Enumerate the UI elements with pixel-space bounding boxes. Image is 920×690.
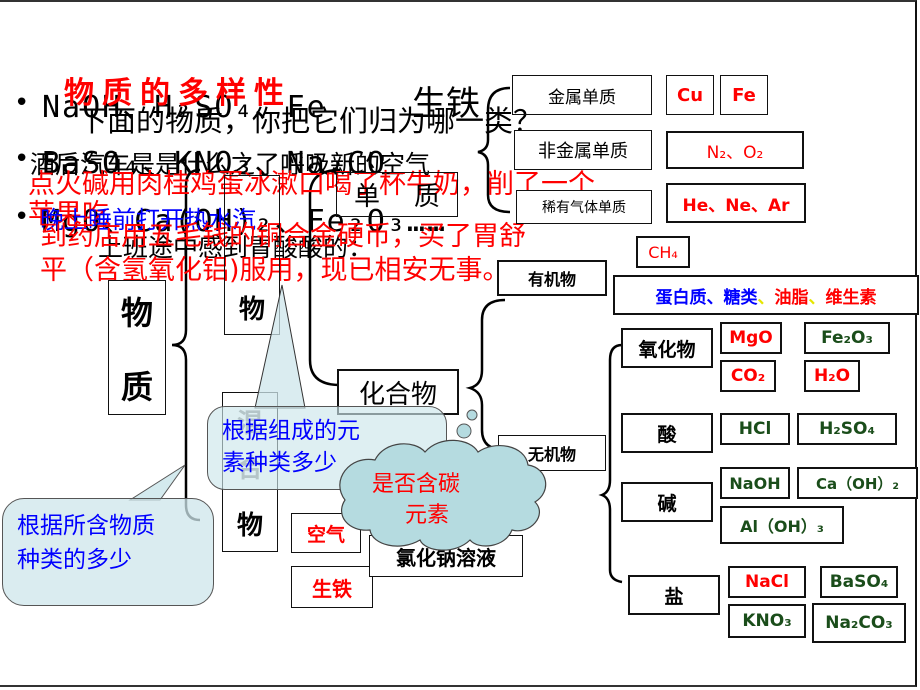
- example-air: 空气: [291, 513, 361, 553]
- callout-by-element-line1: 根据组成的元: [222, 418, 360, 444]
- example-salt-solution: 氯化钠溶液: [369, 535, 523, 577]
- base-box: 碱: [621, 482, 713, 522]
- organic-label: 有机物: [527, 270, 576, 289]
- metal-element-box: 金属单质: [512, 75, 652, 115]
- example-fe-text: Fe: [732, 84, 756, 106]
- element-char-2: 质: [414, 182, 441, 212]
- nutrient-fat: 油脂: [774, 287, 809, 308]
- example-nacl-text: NaCl: [744, 572, 789, 592]
- example-na2co3: Na₂CO₃: [812, 603, 906, 643]
- example-co2-text: CO₂: [730, 366, 766, 386]
- organic-box: 有机物: [497, 260, 607, 296]
- root-char-2: 质: [120, 367, 153, 406]
- example-h2so4: H₂SO₄: [797, 413, 897, 445]
- example-mgo-text: MgO: [729, 328, 773, 348]
- salt-box: 盐: [628, 575, 720, 615]
- example-aloh3: Al（OH）₃: [720, 506, 844, 544]
- example-mgo: MgO: [720, 322, 782, 354]
- example-salt-solution-text: 氯化钠溶液: [396, 545, 496, 570]
- bullet-dot: •: [14, 88, 30, 118]
- example-air-text: 空气: [306, 523, 345, 546]
- nonmetal-element-label: 非金属单质: [538, 141, 628, 162]
- example-caoh2: Ca（OH）₂: [797, 467, 918, 499]
- oxide-box: 氧化物: [621, 328, 713, 368]
- nutrient-protein: 蛋白质、: [655, 287, 724, 308]
- example-n2-o2-text: N₂、O₂: [706, 142, 764, 163]
- pure-substance-box: 物: [224, 175, 280, 335]
- acid-label: 酸: [657, 423, 677, 446]
- inorganic-box: 无机物: [498, 435, 606, 471]
- example-cu: Cu: [666, 75, 714, 115]
- example-fe: Fe: [720, 75, 768, 115]
- example-caoh2-text: Ca（OH）₂: [815, 474, 899, 493]
- oxide-label: 氧化物: [638, 338, 696, 361]
- example-co2: CO₂: [720, 360, 776, 392]
- cloud-text-line1: 是否含碳: [372, 472, 461, 497]
- example-h2o: H₂O: [804, 360, 860, 392]
- example-cu-text: Cu: [676, 84, 704, 106]
- example-ch4-text: CH₄: [648, 242, 678, 262]
- element-char-1: 单: [353, 182, 380, 212]
- thought-bubble: [456, 423, 472, 439]
- compound-label: 化合物: [358, 379, 437, 410]
- nutrient-sugar: 糖类: [723, 287, 758, 308]
- example-noble-gases-text: He、Ne、Ar: [682, 195, 790, 216]
- callout-by-substance-line2: 种类的多少: [17, 547, 132, 573]
- salt-label: 盐: [664, 585, 684, 608]
- inorganic-label: 无机物: [527, 445, 576, 464]
- example-aloh3-text: Al（OH）₃: [740, 517, 824, 536]
- example-pig-iron-text: 生铁: [312, 576, 352, 601]
- nutrient-sep: 、: [757, 287, 775, 308]
- cloud-text-line2: 元素: [405, 503, 450, 528]
- example-h2o-text: H₂O: [813, 366, 851, 386]
- slide-title: 物质的多样性: [64, 76, 292, 111]
- example-kno3: KNO₃: [728, 604, 806, 638]
- example-fe2o3: Fe₂O₃: [804, 322, 890, 354]
- pure-char: 物: [238, 295, 265, 325]
- example-pig-iron: 生铁: [291, 566, 373, 608]
- element-box: 单 质: [336, 172, 458, 217]
- callout-by-substance-line1: 根据所含物质: [17, 513, 155, 539]
- example-kno3-text: KNO₃: [742, 611, 792, 631]
- root-box: 物 质: [108, 280, 166, 415]
- nonmetal-element-box: 非金属单质: [514, 130, 652, 170]
- example-fe2o3-text: Fe₂O₃: [821, 328, 873, 348]
- example-noble-gases: He、Ne、Ar: [666, 183, 806, 223]
- example-hcl: HCl: [720, 413, 790, 445]
- example-na2co3-text: Na₂CO₃: [825, 613, 893, 633]
- example-h2so4-text: H₂SO₄: [819, 419, 875, 439]
- story-line-1: 点火碱用肉桂鸡蛋冰漱口喝了杯牛奶，削了一个: [28, 169, 595, 200]
- example-nacl: NaCl: [728, 566, 806, 598]
- acid-box: 酸: [621, 413, 713, 453]
- metal-element-label: 金属单质: [548, 87, 616, 108]
- root-char-1: 物: [120, 293, 153, 332]
- mixture-char-3: 物: [236, 510, 263, 541]
- compound-brace: [465, 298, 506, 452]
- callout-by-substance: 根据所含物质 种类的多少: [2, 498, 214, 606]
- nutrient-vitamin: 维生素: [825, 287, 877, 308]
- noble-gas-box: 稀有气体单质: [516, 190, 652, 224]
- nutrients-box: 蛋白质、 糖类 、 油脂 、 维生素: [613, 275, 919, 315]
- thought-bubble: [452, 442, 472, 462]
- example-hcl-text: HCl: [738, 419, 772, 439]
- example-naoh: NaOH: [720, 467, 790, 499]
- base-label: 碱: [657, 492, 677, 515]
- example-baso4-text: BaSO₄: [829, 572, 889, 592]
- thought-bubble: [466, 409, 478, 421]
- nutrient-sep: 、: [808, 287, 826, 308]
- example-naoh-text: NaOH: [729, 473, 781, 493]
- noble-gas-label: 稀有气体单质: [542, 200, 626, 216]
- example-n2-o2: N₂、O₂: [666, 131, 804, 169]
- example-baso4: BaSO₄: [820, 566, 898, 598]
- example-ch4: CH₄: [636, 236, 690, 268]
